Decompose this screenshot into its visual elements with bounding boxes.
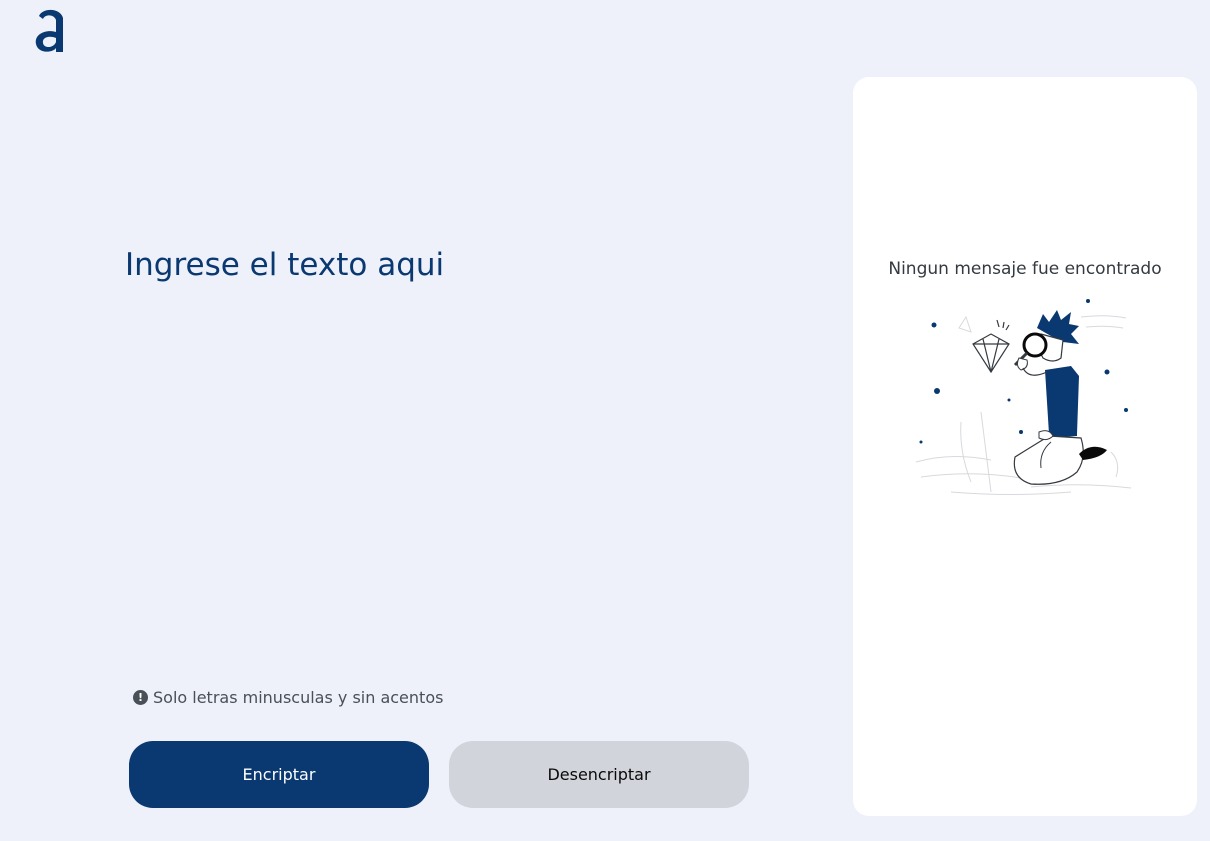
page: ! Solo letras minusculas y sin acentos E… bbox=[0, 0, 1210, 841]
alura-a-logo bbox=[35, 9, 63, 52]
hint-text: Solo letras minusculas y sin acentos bbox=[153, 688, 444, 707]
exclamation-circle-icon: ! bbox=[133, 690, 148, 705]
decrypt-button[interactable]: Desencriptar bbox=[449, 741, 749, 808]
hint-row: ! Solo letras minusculas y sin acentos bbox=[133, 688, 443, 707]
output-panel: Ningun mensaje fue encontrado bbox=[853, 77, 1197, 816]
text-input[interactable] bbox=[125, 240, 765, 660]
empty-message: Ningun mensaje fue encontrado bbox=[888, 259, 1162, 279]
person-with-magnifying-glass-icon bbox=[915, 299, 1132, 495]
encrypt-button[interactable]: Encriptar bbox=[129, 741, 429, 808]
